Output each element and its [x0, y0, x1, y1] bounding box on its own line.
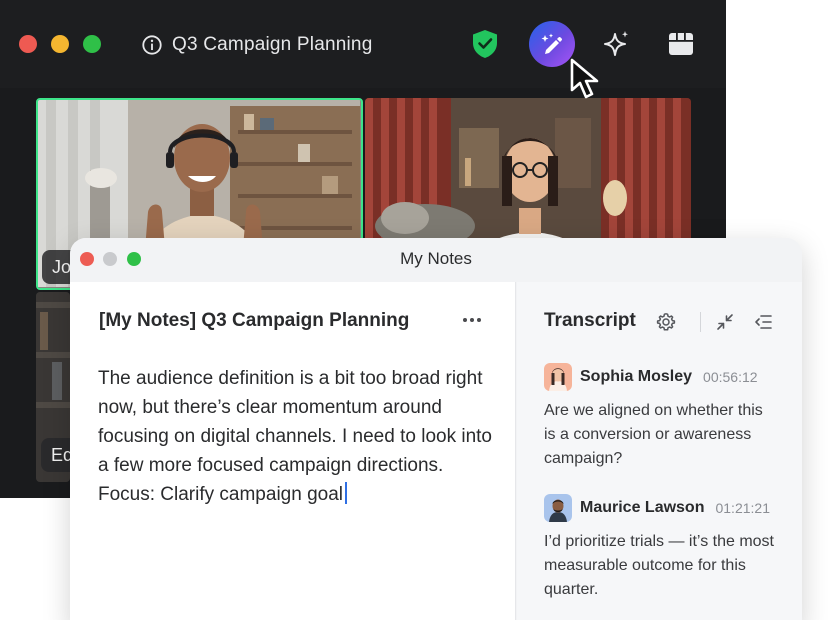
ai-pen-icon: [541, 33, 562, 54]
security-button[interactable]: [468, 27, 502, 61]
transcript-text: Are we aligned on whether this is a conv…: [544, 402, 763, 467]
minimize-window-button[interactable]: [51, 35, 69, 53]
transcript-toolbar-divider: [700, 312, 701, 332]
gear-icon[interactable]: [656, 312, 676, 332]
document-paragraph: The audience definition is a bit too bro…: [98, 368, 492, 476]
timestamp: 00:56:12: [703, 369, 758, 385]
transcript-entry-header: Sophia Mosley 00:56:12: [544, 363, 794, 391]
notes-editor[interactable]: [My Notes] Q3 Campaign Planning The audi…: [70, 282, 516, 620]
transcript-entry[interactable]: Sophia Mosley 00:56:12 Are we aligned on…: [544, 363, 794, 471]
video-tile-3[interactable]: Ed: [36, 292, 70, 482]
speaker-name: Sophia Mosley: [580, 368, 693, 385]
stage: Q3 Campaign Planning Jo Ed My Notes [My …: [0, 0, 828, 620]
focus-line: Focus: Clarify campaign goal: [98, 480, 498, 509]
notes-titlebar: My Notes: [70, 238, 802, 282]
meeting-toolbar: Q3 Campaign Planning: [0, 0, 726, 498]
sparkle-icon: [604, 31, 628, 56]
participant-label-3: Ed: [41, 438, 70, 472]
shield-check-icon: [473, 30, 497, 58]
more-icon[interactable]: [460, 312, 484, 328]
collapse-icon[interactable]: [715, 312, 735, 332]
transcript-entry-header: Maurice Lawson 01:21:21: [544, 494, 794, 522]
document-body[interactable]: The audience definition is a bit too bro…: [98, 364, 498, 509]
info-icon: [142, 35, 162, 55]
transcript-text: I’d prioritize trials — it’s the most me…: [544, 533, 774, 598]
notes-window: My Notes [My Notes] Q3 Campaign Planning…: [70, 238, 802, 620]
meeting-title[interactable]: Q3 Campaign Planning: [141, 32, 372, 58]
focus-line-text: Focus: Clarify campaign goal: [98, 484, 343, 505]
avatar: [544, 363, 572, 391]
close-window-button[interactable]: [19, 35, 37, 53]
transcript-entry[interactable]: Maurice Lawson 01:21:21 I’d prioritize t…: [544, 494, 794, 602]
notes-window-title: My Notes: [400, 249, 472, 268]
cursor-icon: [570, 58, 599, 99]
speaker-name: Maurice Lawson: [580, 499, 705, 516]
text-caret: [345, 482, 347, 504]
transcript-panel: Transcript Sophia Mosley 00:56:12 Are we…: [517, 282, 802, 620]
document-title: [My Notes] Q3 Campaign Planning: [99, 310, 410, 331]
apps-button[interactable]: [664, 27, 698, 61]
meeting-title-text: Q3 Campaign Planning: [172, 34, 373, 55]
timestamp: 01:21:21: [715, 500, 770, 516]
apps-icon: [669, 33, 693, 55]
transcript-title: Transcript: [544, 310, 636, 331]
list-collapse-icon[interactable]: [753, 312, 773, 332]
avatar: [544, 494, 572, 522]
zoom-window-button[interactable]: [83, 35, 101, 53]
